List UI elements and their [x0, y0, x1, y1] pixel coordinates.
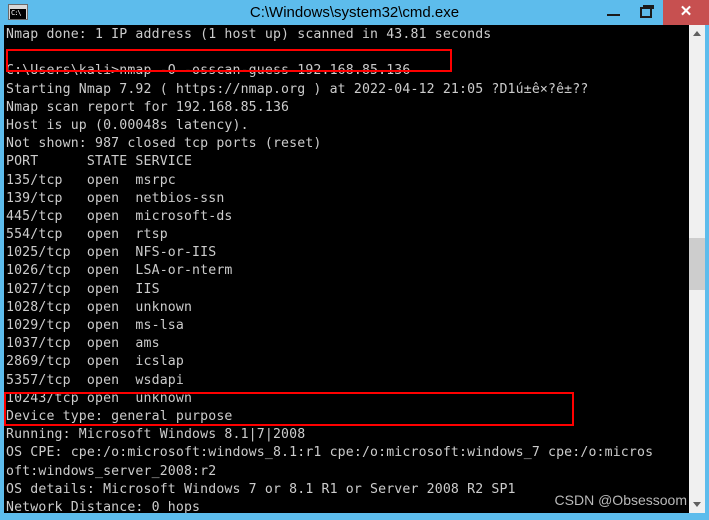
terminal-line: Nmap done: 1 IP address (1 host up) scan…	[6, 27, 492, 42]
terminal-line: Host is up (0.00048s latency).	[6, 117, 249, 133]
terminal-line: C:\Users\kali>nmap -O -osscan-guess 192.…	[6, 63, 411, 79]
terminal-line: 1027/tcp open IIS	[6, 281, 160, 297]
terminal-line: 1028/tcp open unknown	[6, 299, 193, 315]
restore-icon-back	[643, 5, 654, 9]
terminal-line: oft:windows_server_2008:r2	[6, 463, 217, 479]
scroll-down-button[interactable]	[689, 496, 705, 513]
console-output-area[interactable]: Nmap done: 1 IP address (1 host up) scan…	[4, 25, 701, 513]
cmd-window: C:\ C:\Windows\system32\cmd.exe ✕ Nmap d…	[0, 0, 709, 520]
minimize-button[interactable]	[597, 0, 630, 25]
terminal-line: Nmap scan report for 192.168.85.136	[6, 99, 290, 115]
terminal-line: 445/tcp open microsoft-ds	[6, 208, 233, 224]
terminal-line: Not shown: 987 closed tcp ports (reset)	[6, 136, 322, 152]
close-icon: ✕	[679, 3, 693, 20]
terminal-line: OS details: Microsoft Windows 7 or 8.1 R…	[6, 481, 516, 497]
terminal-line: 1026/tcp open LSA-or-nterm	[6, 263, 233, 279]
terminal-line: 2869/tcp open icslap	[6, 354, 184, 370]
scrollbar-thumb[interactable]	[689, 238, 705, 290]
terminal-line: PORT STATE SERVICE	[6, 154, 193, 170]
terminal-lines: Nmap done: 1 IP address (1 host up) scan…	[6, 26, 684, 513]
terminal-line: 5357/tcp open wsdapi	[6, 372, 184, 388]
terminal-line: 1029/tcp open ms-lsa	[6, 318, 184, 333]
terminal-line: Device type: general purpose	[6, 408, 233, 424]
chevron-down-icon	[693, 502, 701, 507]
chevron-up-icon	[693, 31, 701, 36]
terminal-line: Network Distance: 0 hops	[6, 499, 201, 513]
terminal-line: 554/tcp open rtsp	[6, 227, 168, 243]
title-bar[interactable]: C:\ C:\Windows\system32\cmd.exe ✕	[0, 0, 709, 25]
terminal-line: 1025/tcp open NFS-or-IIS	[6, 245, 217, 261]
terminal-line: Running: Microsoft Windows 8.1|7|2008	[6, 427, 306, 443]
terminal-line: 135/tcp open msrpc	[6, 172, 176, 188]
vertical-scrollbar[interactable]	[688, 25, 705, 513]
terminal-line: 10243/tcp open unknown	[6, 390, 193, 406]
close-button[interactable]: ✕	[663, 0, 709, 25]
maximize-restore-button[interactable]	[630, 0, 663, 25]
terminal-line: OS CPE: cpe:/o:microsoft:windows_8.1:r1 …	[6, 445, 654, 461]
minimize-icon	[607, 14, 620, 16]
terminal-line: 1037/tcp open ams	[6, 336, 160, 352]
terminal-line: Starting Nmap 7.92 ( https://nmap.org ) …	[6, 81, 589, 97]
terminal-line: 139/tcp open netbios-ssn	[6, 190, 225, 206]
scroll-up-button[interactable]	[689, 25, 705, 42]
